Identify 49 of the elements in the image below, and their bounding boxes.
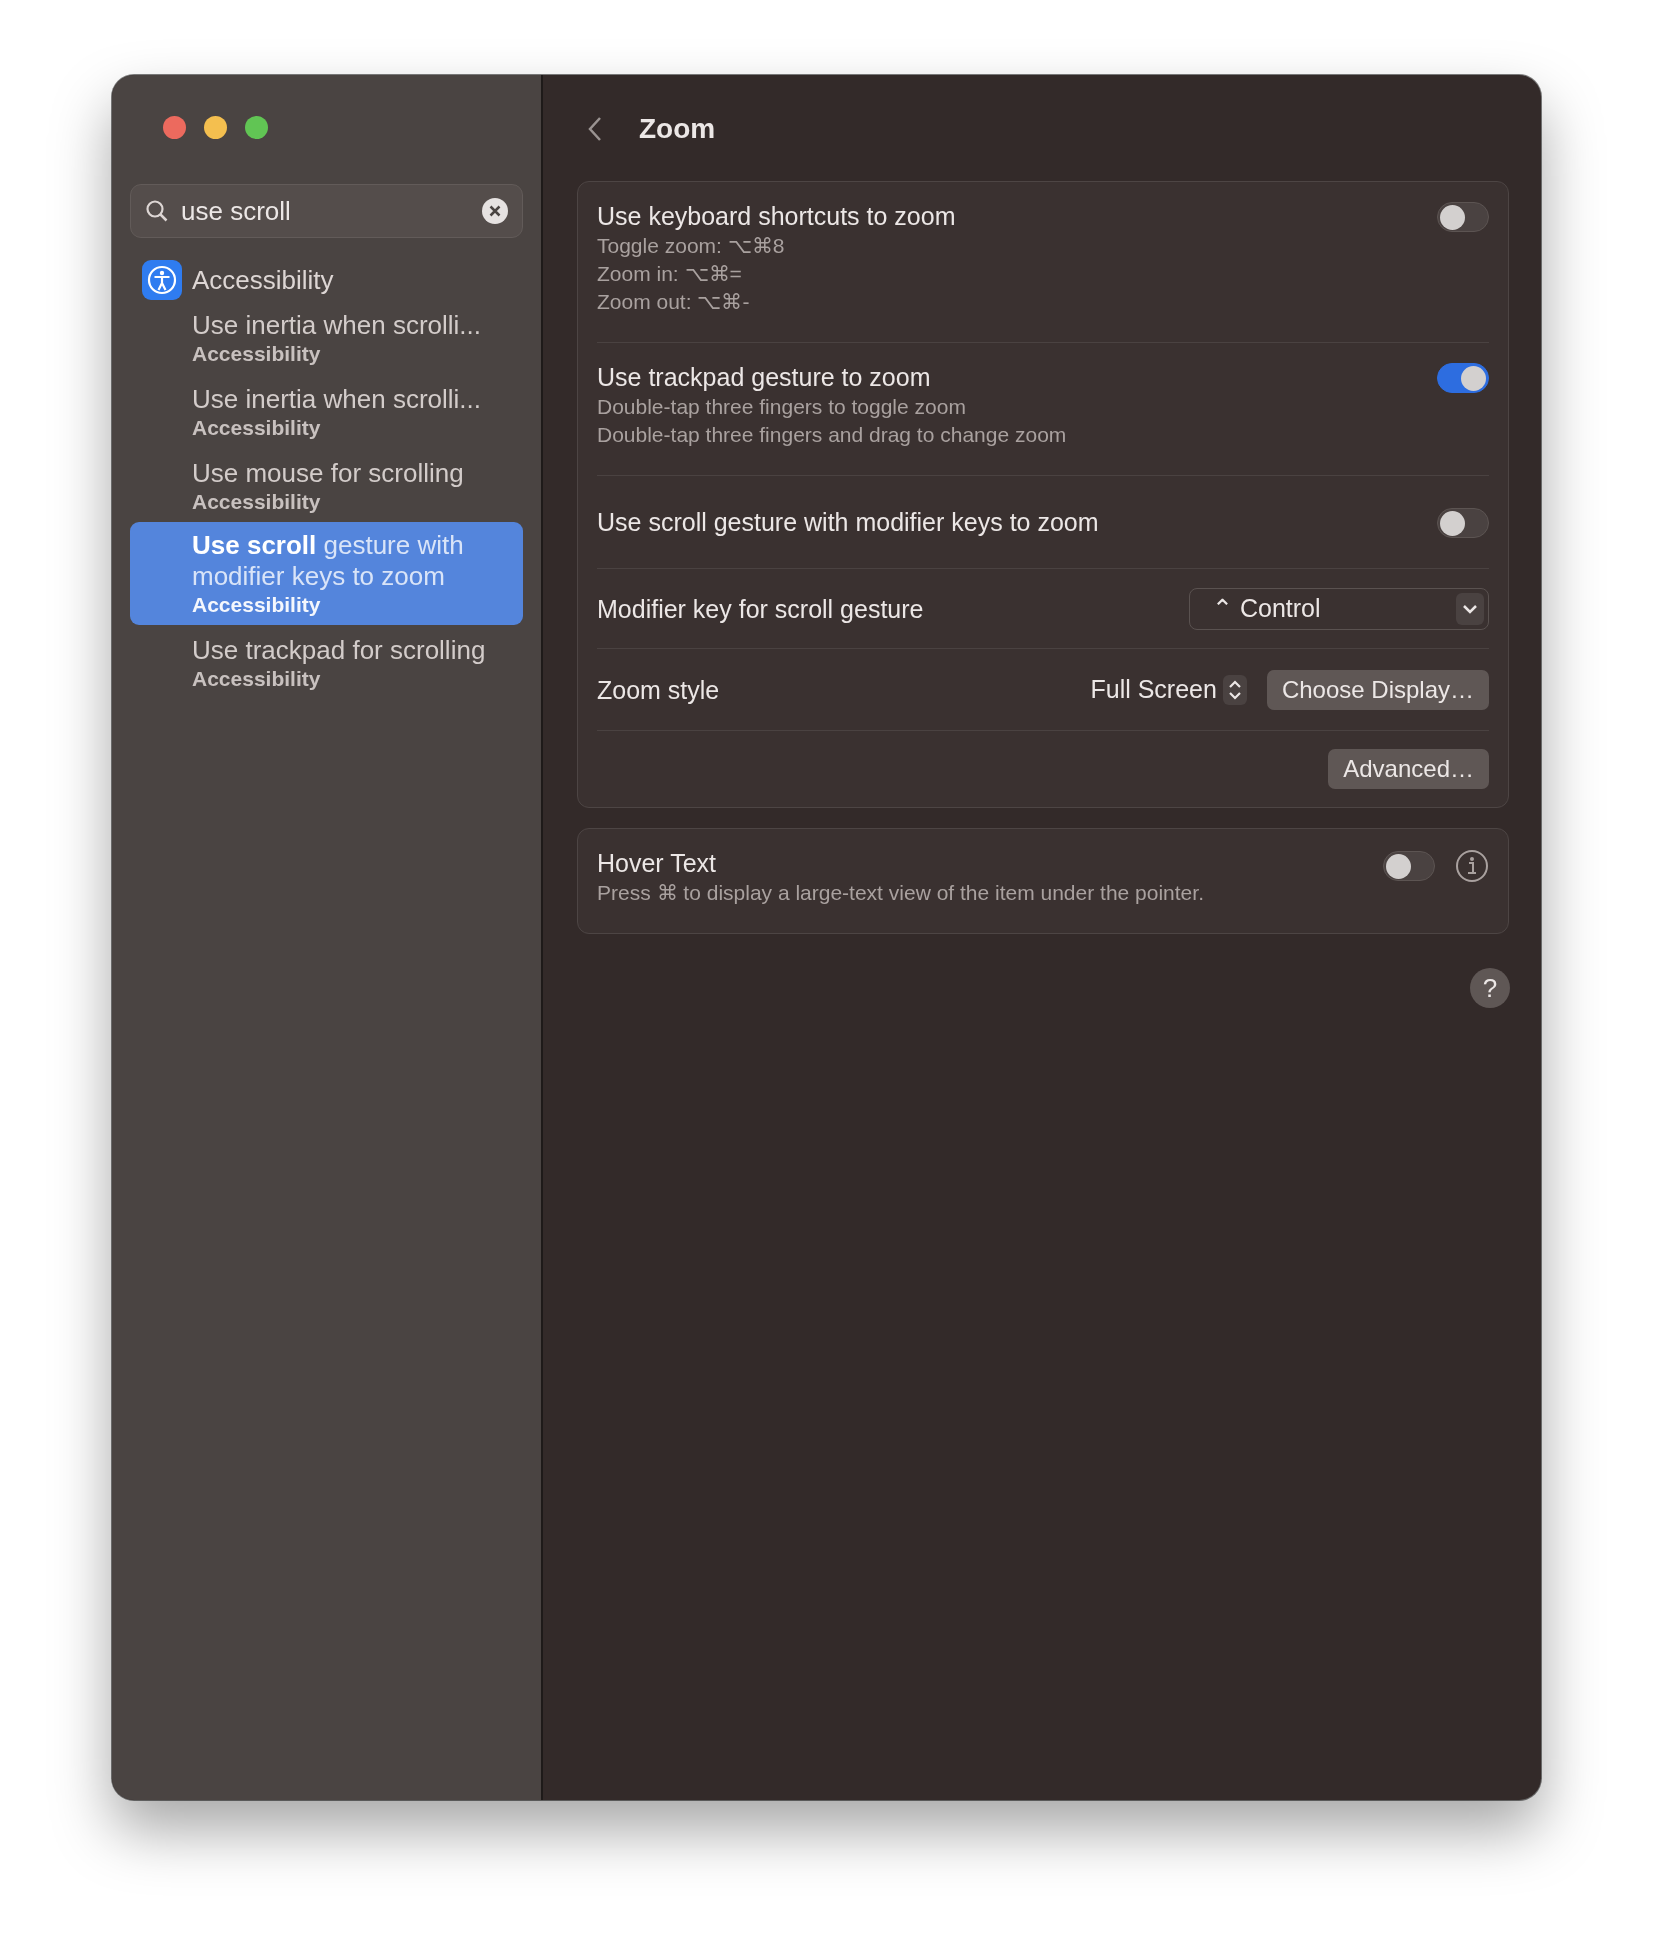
clear-search-icon[interactable]: [482, 198, 508, 224]
category-label: Accessibility: [192, 264, 334, 296]
result-category: Accessibility: [192, 415, 322, 440]
result-category: Accessibility: [192, 592, 322, 617]
chevron-down-icon: [1462, 603, 1478, 614]
setting-description: Press ⌘ to display a large-text view of the item under the pointer.: [597, 880, 1205, 906]
setting-description: Zoom in: ⌥⌘=: [597, 261, 743, 287]
result-category: Accessibility: [192, 341, 322, 366]
up-down-chevron-icon: [1227, 678, 1242, 701]
result-title: Use inertia when scrolli...: [192, 384, 482, 415]
help-button[interactable]: ?: [1470, 968, 1510, 1008]
zoom-window-button[interactable]: [245, 116, 268, 139]
choose-display-button[interactable]: Choose Display…: [1266, 669, 1489, 710]
setting-title: Use scroll gesture with modifier keys to zoom: [597, 507, 1100, 538]
accessibility-icon: [142, 260, 182, 300]
page-title: Zoom: [639, 113, 716, 145]
result-title: Use inertia when scrolli...: [192, 310, 482, 341]
search-result[interactable]: Use inertia when scrolli... Accessibility: [130, 302, 523, 374]
setting-description: Toggle zoom: ⌥⌘8: [597, 233, 786, 259]
search-result[interactable]: Use scroll gesture with modifier keys to zoom Accessibility: [130, 522, 523, 625]
search-result[interactable]: Use mouse for scrolling Accessibility: [130, 450, 523, 522]
zoom-style-popup[interactable]: Full Screen: [1090, 675, 1217, 704]
info-icon[interactable]: [1455, 849, 1489, 883]
toggle-switch[interactable]: [1437, 363, 1489, 393]
setting-title: Zoom style: [597, 674, 721, 706]
back-icon[interactable]: [587, 115, 603, 143]
result-category: Accessibility: [192, 489, 322, 514]
toggle-switch[interactable]: [1383, 851, 1435, 881]
setting-description: Double-tap three fingers to toggle zoom: [597, 394, 967, 420]
search-result[interactable]: Use trackpad for scrolling Accessibility: [130, 627, 523, 699]
minimize-window-button[interactable]: [204, 116, 227, 139]
setting-title: Use trackpad gesture to zoom: [597, 362, 932, 393]
search-field[interactable]: use scroll: [130, 184, 523, 238]
result-title: Use scroll gesture with modifier keys to zoom: [192, 530, 465, 592]
search-result[interactable]: Use inertia when scrolli... Accessibility: [130, 376, 523, 448]
setting-description: Double-tap three fingers and drag to change zoom: [597, 422, 1068, 448]
setting-title: Hover Text: [597, 848, 718, 879]
result-category: Accessibility: [192, 666, 322, 691]
advanced-button[interactable]: Advanced…: [1328, 749, 1489, 789]
search-icon: [145, 199, 169, 223]
toggle-switch[interactable]: [1437, 508, 1489, 538]
setting-description: Zoom out: ⌥⌘-: [597, 289, 751, 315]
result-title: Use trackpad for scrolling: [192, 635, 487, 666]
modifier-key-popup[interactable]: ⌃ Control: [1189, 587, 1489, 630]
setting-title: Modifier key for scroll gesture: [597, 593, 925, 625]
setting-title: Use keyboard shortcuts to zoom: [597, 201, 957, 232]
result-title: Use mouse for scrolling: [192, 458, 465, 489]
close-window-button[interactable]: [163, 116, 186, 139]
toggle-switch[interactable]: [1437, 202, 1489, 232]
